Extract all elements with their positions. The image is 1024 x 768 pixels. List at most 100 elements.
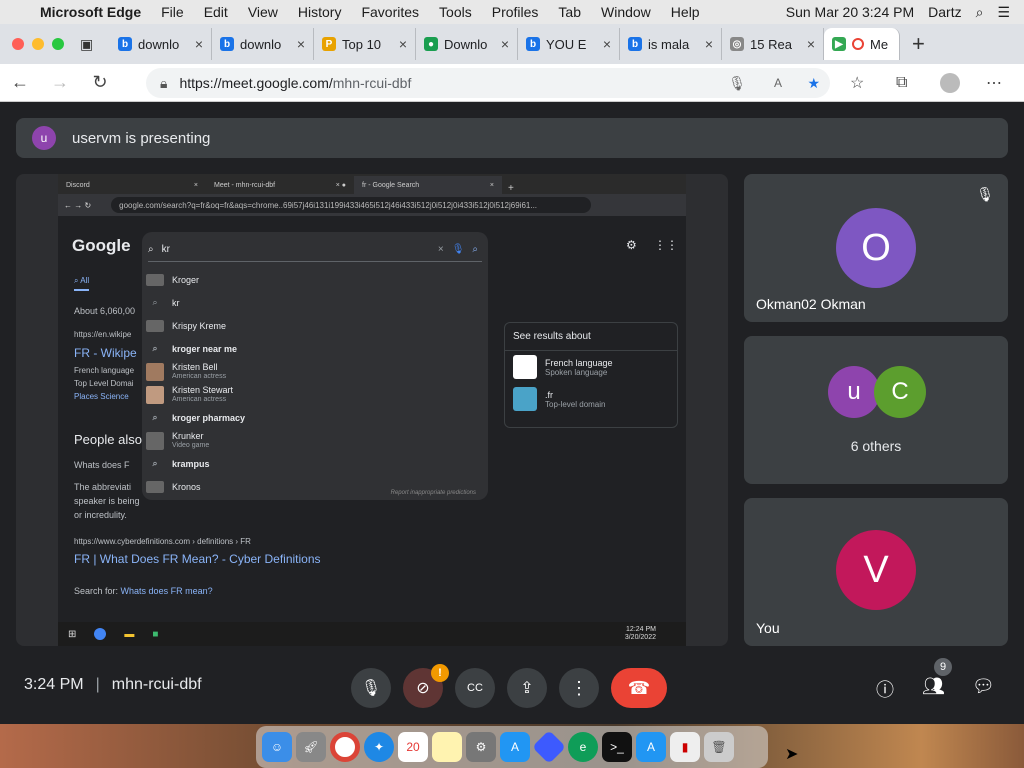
close-tab-icon[interactable]: × xyxy=(399,36,407,52)
search-icon: ⌕ xyxy=(152,412,158,422)
captions-button[interactable]: CC xyxy=(455,668,495,708)
more-menu-icon[interactable]: ⋯ xyxy=(986,73,1002,93)
browser-tab[interactable]: ◎ 15 Rea × xyxy=(722,28,824,60)
spotlight-icon[interactable]: ⌕ xyxy=(976,4,984,21)
forward-icon[interactable]: → xyxy=(40,72,80,93)
browser-tab[interactable]: b is mala × xyxy=(620,28,722,60)
self-tile[interactable]: V You xyxy=(744,498,1008,646)
people-icon[interactable]: 👥︎ xyxy=(922,676,945,697)
url-host: https://meet.google.com/ xyxy=(179,75,333,91)
terminal-icon[interactable]: >_ xyxy=(602,732,632,762)
present-button[interactable]: ⇪ xyxy=(507,668,547,708)
notes-icon[interactable] xyxy=(432,732,462,762)
edge-icon[interactable]: e xyxy=(568,732,598,762)
leave-call-button[interactable]: ☎ xyxy=(611,668,667,708)
datetime[interactable]: Sun Mar 20 3:24 PM xyxy=(786,4,914,20)
mac-dock: ☺ 🚀︎ ✦ 20 ⚙ A e >_ A ▮ 🗑︎ xyxy=(256,726,768,768)
collections-icon[interactable]: ⧉ xyxy=(896,74,907,92)
menu-window[interactable]: Window xyxy=(601,4,651,20)
chrome-icon[interactable] xyxy=(330,732,360,762)
browser-tab[interactable]: P Top 10 × xyxy=(314,28,416,60)
menu-history[interactable]: History xyxy=(298,4,342,20)
mic-icon[interactable]: 🎙︎ xyxy=(728,75,746,92)
shared-chrome-tabs: Discord × Meet - mhn-rcui-dbf × ● fr - Goo… xyxy=(58,174,686,194)
wiki-title: FR - Wikipe xyxy=(74,346,137,360)
browser-tabbar: ▣ b downlo × b downlo × P Top 10 × ● Downlo × bY… xyxy=(0,24,1024,64)
close-tab-icon[interactable]: × xyxy=(705,36,713,52)
menu-file[interactable]: File xyxy=(161,4,184,20)
reload-icon[interactable]: ↻ xyxy=(80,72,120,93)
calendar-icon[interactable]: 20 xyxy=(398,732,428,762)
close-tab-icon[interactable]: × xyxy=(603,36,611,52)
google-logo: Google xyxy=(72,236,131,255)
browser-tab[interactable]: b YOU E × xyxy=(518,28,620,60)
meeting-info: 3:24 PM | mhn-rcui-dbf xyxy=(24,676,202,693)
others-count: 6 others xyxy=(850,438,902,454)
presentation-tile[interactable]: Discord × Meet - mhn-rcui-dbf × ● fr - Goo… xyxy=(16,174,728,646)
participant-tile[interactable]: 🎙︎ O Okman02 Okman xyxy=(744,174,1008,322)
close-tab-icon[interactable]: × xyxy=(297,36,305,52)
menu-view[interactable]: View xyxy=(248,4,278,20)
menu-help[interactable]: Help xyxy=(671,4,700,20)
search-icon: ⌕ xyxy=(152,297,158,307)
participant-avatar: O xyxy=(836,208,916,288)
mic-button[interactable]: 🎙︎ xyxy=(351,668,391,708)
favorites-icon[interactable]: ☆ xyxy=(850,73,864,93)
close-tab-icon[interactable]: × xyxy=(195,36,203,52)
app-store-icon[interactable]: A xyxy=(636,732,666,762)
read-aloud-icon[interactable]: A xyxy=(774,76,782,90)
system-preferences-icon[interactable]: ⚙ xyxy=(466,732,496,762)
browser-tab-active[interactable]: ▶ Me xyxy=(824,28,900,60)
tab-actions-icon[interactable]: ▣ xyxy=(80,36,110,53)
app-store-icon[interactable]: A xyxy=(500,732,530,762)
shared-google-page: Google ⌕ All About 6,060,00 https://en.w… xyxy=(58,216,686,626)
zoom-window-button[interactable] xyxy=(52,38,64,50)
shared-screen: Discord × Meet - mhn-rcui-dbf × ● fr - Goo… xyxy=(58,174,686,646)
profile-avatar[interactable] xyxy=(940,72,960,93)
browser-tab[interactable]: b downlo × xyxy=(110,28,212,60)
thumbnail-icon xyxy=(146,480,164,493)
close-tab-icon[interactable]: × xyxy=(807,36,815,52)
trash-icon[interactable]: 🗑︎ xyxy=(704,732,734,762)
menu-edit[interactable]: Edit xyxy=(204,4,228,20)
user-name[interactable]: Dartz xyxy=(928,4,961,20)
minimize-window-button[interactable] xyxy=(32,38,44,50)
favorite-star-icon[interactable]: ★ xyxy=(807,75,820,92)
wiki-url: https://en.wikipe xyxy=(74,330,132,339)
all-tab: ⌕ All xyxy=(74,276,90,291)
folder-icon: ▬ xyxy=(124,628,135,640)
window-controls xyxy=(0,38,80,50)
search-icon: ⌕ xyxy=(152,458,158,468)
app-icon[interactable] xyxy=(532,730,566,764)
app-name[interactable]: Microsoft Edge xyxy=(40,4,141,20)
safari-icon[interactable]: ✦ xyxy=(364,732,394,762)
back-icon[interactable]: ← xyxy=(0,72,40,93)
finder-icon[interactable]: ☺ xyxy=(262,732,292,762)
launchpad-icon[interactable]: 🚀︎ xyxy=(296,732,326,762)
paa-question: Whats does F xyxy=(74,460,130,470)
new-tab-button[interactable]: + xyxy=(912,31,925,57)
close-tab-icon[interactable]: × xyxy=(501,36,509,52)
shared-chrome-urlbar: ← → ↻ google.com/search?q=fr&oq=fr&aqs=c… xyxy=(58,194,686,216)
close-window-button[interactable] xyxy=(12,38,24,50)
windows-taskbar: ⊞ ▬ ■ 12:24 PM 3/20/2022 xyxy=(58,622,686,646)
bing-icon: b xyxy=(118,37,132,51)
menu-tab[interactable]: Tab xyxy=(558,4,581,20)
url-field[interactable]: 🔒︎ https://meet.google.com/mhn-rcui-dbf … xyxy=(146,68,830,98)
more-options-button[interactable]: ⋮ xyxy=(559,668,599,708)
preview-icon[interactable]: ▮ xyxy=(670,732,700,762)
menu-favorites[interactable]: Favorites xyxy=(361,4,419,20)
browser-tab[interactable]: b downlo × xyxy=(212,28,314,60)
browser-tab[interactable]: ● Downlo × xyxy=(416,28,518,60)
menu-profiles[interactable]: Profiles xyxy=(492,4,539,20)
search-icon: ⌕ xyxy=(152,343,158,353)
control-center-icon[interactable]: ☰ xyxy=(997,4,1010,21)
shared-search-box: ⌕ kr × 🎙︎ ⌕ xyxy=(148,238,482,262)
page-icon: ● xyxy=(424,37,438,51)
store-icon: ■ xyxy=(152,628,159,640)
apps-grid-icon: ⋮⋮ xyxy=(654,238,678,252)
meeting-details-icon[interactable]: ⓘ xyxy=(876,676,894,702)
menu-tools[interactable]: Tools xyxy=(439,4,472,20)
chat-icon[interactable]: 💬︎ xyxy=(972,676,995,697)
others-tile[interactable]: u C 6 others xyxy=(744,336,1008,484)
